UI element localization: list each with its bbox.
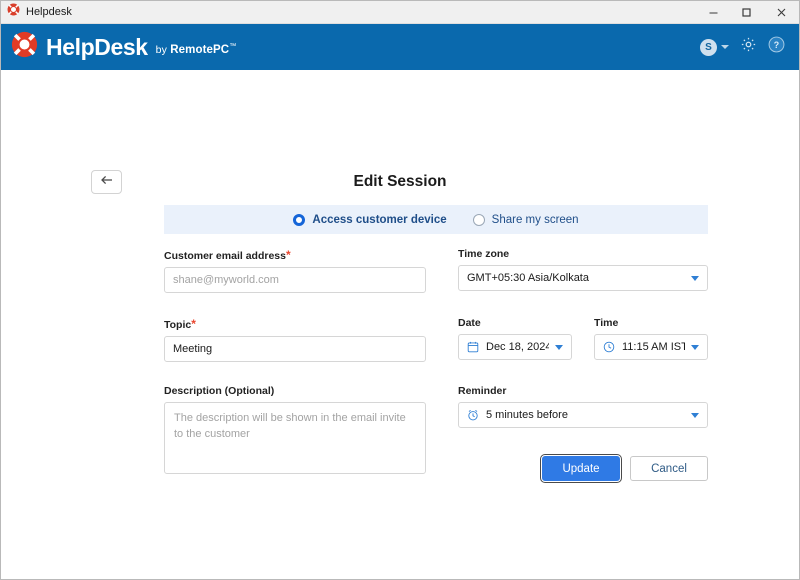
alarm-clock-icon bbox=[467, 409, 479, 421]
chevron-down-icon bbox=[555, 345, 563, 350]
datetime-row: Date Dec 18, bbox=[458, 317, 708, 360]
description-label: Description (Optional) bbox=[164, 385, 426, 397]
calendar-icon bbox=[467, 341, 479, 353]
titlebar-left: Helpdesk bbox=[1, 3, 697, 21]
email-field[interactable]: shane@myworld.com bbox=[164, 267, 426, 293]
chevron-down-icon bbox=[691, 345, 699, 350]
timezone-value: GMT+05:30 Asia/Kolkata bbox=[467, 272, 685, 284]
close-button[interactable] bbox=[763, 1, 799, 23]
field-group-email: Customer email address* shane@myworld.co… bbox=[164, 248, 426, 293]
brand-by-word: by bbox=[156, 44, 167, 56]
trademark-mark: ™ bbox=[229, 43, 236, 50]
time-picker[interactable]: 11:15 AM IST bbox=[594, 334, 708, 360]
topic-field[interactable]: Meeting bbox=[164, 336, 426, 362]
window-controls bbox=[697, 1, 799, 23]
page-title: Edit Session bbox=[1, 173, 799, 191]
update-button[interactable]: Update bbox=[542, 456, 620, 481]
brand-name: HelpDesk bbox=[46, 36, 148, 59]
window-title: Helpdesk bbox=[26, 6, 72, 18]
brand-parent-name: RemotePC bbox=[170, 44, 229, 56]
radio-share-my-screen[interactable]: Share my screen bbox=[473, 214, 579, 226]
date-value: Dec 18, 2024 bbox=[486, 341, 549, 353]
form-row-3: Description (Optional) The description w… bbox=[164, 385, 708, 481]
form-actions: Update Cancel bbox=[458, 456, 708, 481]
brand-byline: by RemotePC™ bbox=[156, 38, 237, 56]
brand-logo[interactable]: HelpDesk by RemotePC™ bbox=[11, 31, 236, 63]
radio-access-customer-device[interactable]: Access customer device bbox=[293, 214, 446, 226]
timezone-label: Time zone bbox=[458, 248, 708, 260]
field-group-reminder: Reminder 5 minutes before bbox=[458, 385, 708, 481]
topic-label-text: Topic bbox=[164, 319, 191, 331]
chevron-down-icon bbox=[691, 413, 699, 418]
question-mark-icon[interactable]: ? bbox=[768, 36, 785, 58]
time-value: 11:15 AM IST bbox=[622, 341, 685, 353]
email-label-text: Customer email address bbox=[164, 250, 286, 262]
cancel-button[interactable]: Cancel bbox=[630, 456, 708, 481]
timezone-select[interactable]: GMT+05:30 Asia/Kolkata bbox=[458, 265, 708, 291]
radio-selected-icon bbox=[293, 214, 305, 226]
session-mode-selector: Access customer device Share my screen bbox=[164, 205, 708, 234]
svg-text:?: ? bbox=[774, 40, 779, 50]
topic-label: Topic* bbox=[164, 317, 426, 331]
reminder-label: Reminder bbox=[458, 385, 708, 397]
window-titlebar: Helpdesk bbox=[1, 1, 799, 24]
gear-icon[interactable] bbox=[740, 36, 757, 58]
email-label: Customer email address* bbox=[164, 248, 426, 262]
chevron-down-icon bbox=[721, 45, 729, 49]
form-row-1: Customer email address* shane@myworld.co… bbox=[164, 248, 708, 293]
life-ring-icon bbox=[7, 3, 20, 21]
topic-value: Meeting bbox=[173, 343, 417, 355]
radio-label: Access customer device bbox=[312, 214, 446, 226]
avatar: S bbox=[700, 39, 717, 56]
chevron-down-icon bbox=[691, 276, 699, 281]
field-group-date: Date Dec 18, bbox=[458, 317, 572, 360]
required-marker: * bbox=[191, 317, 196, 331]
radio-label: Share my screen bbox=[492, 214, 579, 226]
date-label: Date bbox=[458, 317, 572, 329]
reminder-select[interactable]: 5 minutes before bbox=[458, 402, 708, 428]
page-content: Edit Session Access customer device Shar… bbox=[1, 70, 799, 579]
form-row-2: Topic* Meeting Date bbox=[164, 317, 708, 362]
reminder-value: 5 minutes before bbox=[486, 409, 685, 421]
field-group-description: Description (Optional) The description w… bbox=[164, 385, 426, 481]
clock-icon bbox=[603, 341, 615, 353]
radio-unselected-icon bbox=[473, 214, 485, 226]
maximize-button[interactable] bbox=[730, 1, 763, 23]
field-group-timezone: Time zone GMT+05:30 Asia/Kolkata bbox=[458, 248, 708, 293]
required-marker: * bbox=[286, 248, 291, 262]
life-ring-icon bbox=[11, 31, 38, 63]
date-picker[interactable]: Dec 18, 2024 bbox=[458, 334, 572, 360]
minimize-button[interactable] bbox=[697, 1, 730, 23]
app-header: HelpDesk by RemotePC™ S ? bbox=[1, 24, 799, 70]
field-group-datetime: Date Dec 18, bbox=[458, 317, 708, 362]
time-label: Time bbox=[594, 317, 708, 329]
field-group-time: Time 11:15 AM IST bbox=[594, 317, 708, 360]
email-value: shane@myworld.com bbox=[173, 274, 417, 286]
app-window: Helpdesk bbox=[0, 0, 800, 580]
session-form: Customer email address* shane@myworld.co… bbox=[164, 248, 708, 481]
field-group-topic: Topic* Meeting bbox=[164, 317, 426, 362]
account-menu[interactable]: S bbox=[700, 39, 729, 56]
description-textarea[interactable]: The description will be shown in the ema… bbox=[164, 402, 426, 474]
header-actions: S ? bbox=[700, 36, 785, 58]
